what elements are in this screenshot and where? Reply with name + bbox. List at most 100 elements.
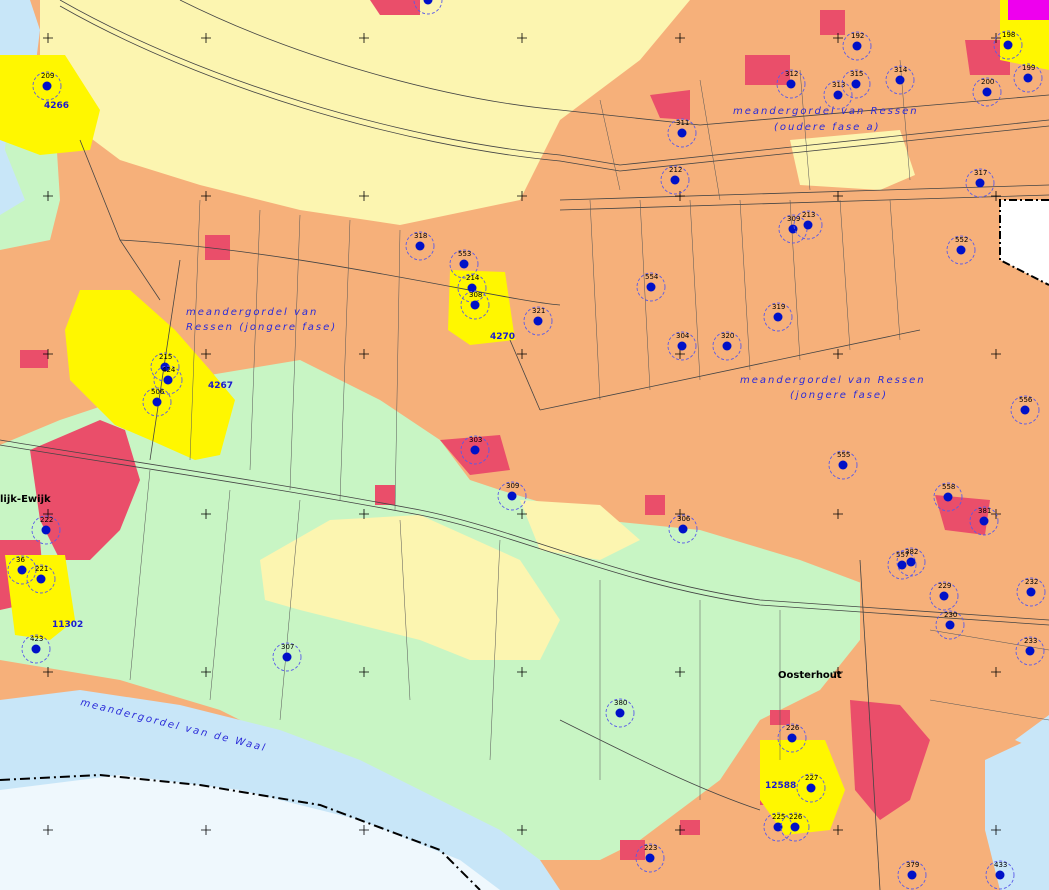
map-canvas[interactable]: meandergordel van Ressen (oudere fase a)… bbox=[0, 0, 1049, 890]
find-point-label: 379 bbox=[906, 861, 919, 869]
find-point-dot[interactable] bbox=[975, 178, 985, 188]
find-point-dot[interactable] bbox=[533, 316, 543, 326]
find-point-dot[interactable] bbox=[838, 460, 848, 470]
find-point-dot[interactable] bbox=[507, 491, 517, 501]
find-point-dot[interactable] bbox=[42, 81, 52, 91]
find-point-label: 311 bbox=[676, 119, 689, 127]
find-point-dot[interactable] bbox=[1023, 73, 1033, 83]
find-point-dot[interactable] bbox=[645, 853, 655, 863]
find-point-label: 36 bbox=[16, 556, 25, 564]
find-point-dot[interactable] bbox=[470, 300, 480, 310]
find-point-label: 307 bbox=[281, 643, 294, 651]
find-point-dot[interactable] bbox=[1020, 405, 1030, 415]
find-point-dot[interactable] bbox=[790, 822, 800, 832]
find-point-label: 433 bbox=[994, 861, 1007, 869]
region-ressen-jong-w2: Ressen (jongere fase) bbox=[186, 322, 337, 333]
find-point-dot[interactable] bbox=[852, 41, 862, 51]
zone-label-4266: 4266 bbox=[44, 101, 69, 111]
region-ressen-oude-1: meandergordel van Ressen bbox=[733, 106, 919, 117]
find-point-label: 314 bbox=[894, 66, 908, 74]
zone-label-4267: 4267 bbox=[208, 381, 233, 391]
find-point-label: 192 bbox=[851, 32, 864, 40]
find-point-label: 233 bbox=[1024, 637, 1037, 645]
find-point-dot[interactable] bbox=[677, 128, 687, 138]
region-ressen-jong-w1: meandergordel van bbox=[186, 307, 318, 318]
find-point-label: 221 bbox=[35, 565, 48, 573]
find-point-dot[interactable] bbox=[939, 591, 949, 601]
find-point-label: 556 bbox=[1019, 396, 1033, 404]
find-point-dot[interactable] bbox=[152, 397, 162, 407]
find-point-label: 309 bbox=[787, 215, 800, 223]
find-point-label: 212 bbox=[669, 166, 682, 174]
find-point-dot[interactable] bbox=[459, 259, 469, 269]
find-point-dot[interactable] bbox=[678, 524, 688, 534]
find-point-label: 230 bbox=[944, 611, 957, 619]
find-point-label: 308 bbox=[469, 291, 482, 299]
find-point-label: 319 bbox=[772, 303, 785, 311]
zone-label-11302: 11302 bbox=[52, 620, 83, 630]
find-point-dot[interactable] bbox=[851, 79, 861, 89]
find-point-label: 506 bbox=[151, 388, 165, 396]
find-point-dot[interactable] bbox=[282, 652, 292, 662]
find-point-dot[interactable] bbox=[36, 574, 46, 584]
find-point-dot[interactable] bbox=[41, 525, 51, 535]
find-point-label: 380 bbox=[614, 699, 627, 707]
find-point-dot[interactable] bbox=[787, 733, 797, 743]
find-point-dot[interactable] bbox=[722, 341, 732, 351]
find-point-label: 213 bbox=[802, 211, 815, 219]
find-point-label: 199 bbox=[1022, 64, 1035, 72]
region-ressen-jong-e1: meandergordel van Ressen bbox=[740, 375, 926, 386]
find-point-dot[interactable] bbox=[470, 445, 480, 455]
find-point-dot[interactable] bbox=[833, 90, 843, 100]
find-point-label: 227 bbox=[805, 774, 818, 782]
find-point-label: 223 bbox=[644, 844, 657, 852]
find-point-label: 312 bbox=[785, 70, 798, 78]
find-point-dot[interactable] bbox=[803, 220, 813, 230]
find-point-label: 381 bbox=[978, 507, 991, 515]
find-point-label: 222 bbox=[40, 516, 53, 524]
find-point-dot[interactable] bbox=[773, 312, 783, 322]
find-point-label: 318 bbox=[414, 232, 427, 240]
find-point-dot[interactable] bbox=[907, 870, 917, 880]
find-point-dot[interactable] bbox=[786, 79, 796, 89]
find-point-label: 303 bbox=[469, 436, 482, 444]
find-point-dot[interactable] bbox=[895, 75, 905, 85]
find-point-dot[interactable] bbox=[979, 516, 989, 526]
find-point-dot[interactable] bbox=[677, 341, 687, 351]
find-point-dot[interactable] bbox=[31, 644, 41, 654]
find-point-label: 209 bbox=[41, 72, 54, 80]
find-point-label: 321 bbox=[532, 307, 545, 315]
find-point-dot[interactable] bbox=[670, 175, 680, 185]
find-point-dot[interactable] bbox=[943, 492, 953, 502]
place-lent-ewijk: lijk-Ewijk bbox=[0, 494, 51, 505]
find-point-dot[interactable] bbox=[415, 241, 425, 251]
find-point-label: 555 bbox=[837, 451, 850, 459]
find-point-dot[interactable] bbox=[1003, 40, 1013, 50]
find-point-label: 553 bbox=[458, 250, 471, 258]
find-point-dot[interactable] bbox=[806, 783, 816, 793]
find-point-dot[interactable] bbox=[615, 708, 625, 718]
find-point-label: 198 bbox=[1002, 31, 1015, 39]
find-point-dot[interactable] bbox=[17, 565, 27, 575]
find-point-label: 382 bbox=[905, 548, 918, 556]
find-point-dot[interactable] bbox=[995, 870, 1005, 880]
find-point-dot[interactable] bbox=[945, 620, 955, 630]
find-point-label: 306 bbox=[677, 515, 691, 523]
place-oosterhout: Oosterhout bbox=[778, 670, 842, 681]
find-point-label: 214 bbox=[466, 274, 480, 282]
find-point-dot[interactable] bbox=[956, 245, 966, 255]
find-point-dot[interactable] bbox=[906, 557, 916, 567]
zone-label-12588: 12588 bbox=[765, 781, 796, 791]
find-point-dot[interactable] bbox=[982, 87, 992, 97]
find-point-label: 320 bbox=[721, 332, 734, 340]
find-point-label: 423 bbox=[30, 635, 43, 643]
find-point-dot[interactable] bbox=[1025, 646, 1035, 656]
find-point-label: 304 bbox=[676, 332, 690, 340]
find-point-label: 554 bbox=[645, 273, 659, 281]
zone-medium-east bbox=[790, 130, 915, 190]
find-point-dot[interactable] bbox=[1026, 587, 1036, 597]
find-point-label: 309 bbox=[506, 482, 519, 490]
region-ressen-jong-e2: (jongere fase) bbox=[790, 390, 888, 401]
find-point-dot[interactable] bbox=[163, 375, 173, 385]
find-point-dot[interactable] bbox=[646, 282, 656, 292]
